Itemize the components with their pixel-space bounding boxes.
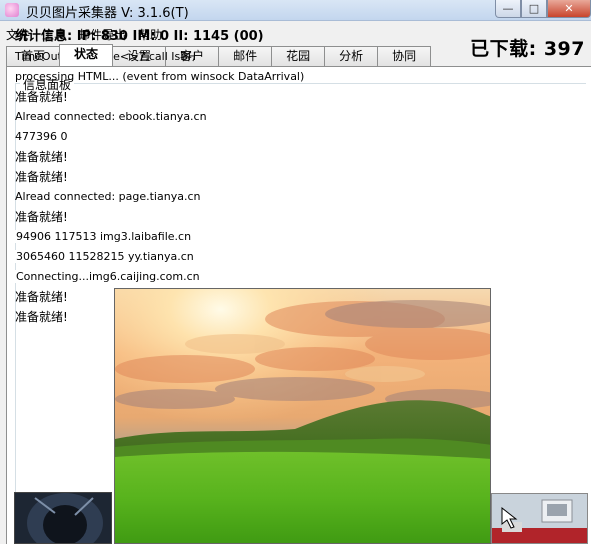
downloaded-count: 已下载: 397 xyxy=(470,38,585,60)
title-bar: 贝贝图片采集器 V: 3.1.6(T) — □ ✕ xyxy=(0,0,591,21)
log-line: processing HTML... (event from winsock D… xyxy=(15,70,305,83)
window-controls: — □ ✕ xyxy=(495,0,591,18)
log-line: 准备就绪! xyxy=(15,170,68,184)
minimize-button[interactable]: — xyxy=(495,0,521,18)
tab-status[interactable]: 状态 xyxy=(59,44,114,66)
log-line: 准备就绪! xyxy=(15,90,68,104)
thumbnail-left xyxy=(14,492,112,544)
window-title: 贝贝图片采集器 V: 3.1.6(T) xyxy=(26,6,189,21)
log-line: 准备就绪! xyxy=(15,210,68,224)
log-line: 477396 0 xyxy=(15,130,68,143)
log-line-text: Connecting...img6.caijing.com.cn xyxy=(15,270,201,283)
close-button[interactable]: ✕ xyxy=(547,0,591,18)
log-line: Alread connected: ebook.tianya.cn xyxy=(15,110,207,123)
stats-info: 统计信息: IP: 830 IM: 0 II: 1145 (00) xyxy=(15,29,264,44)
app-icon xyxy=(5,3,19,17)
preview-image xyxy=(114,288,491,544)
log-line: 3065460 11528215 yy.tianya.cn xyxy=(15,247,475,267)
log-list: TimeOut,>30,state<>7,call IsBHprocessing… xyxy=(15,47,475,327)
thumbnail-right xyxy=(491,493,588,544)
log-line: Alread connected: page.tianya.cn xyxy=(15,190,201,203)
log-line: 94906 117513 img3.laibafile.cn xyxy=(15,227,475,247)
maximize-button[interactable]: □ xyxy=(521,0,547,18)
log-line: Connecting...img6.caijing.com.cn xyxy=(15,267,475,287)
log-line: 准备就绪! xyxy=(15,150,68,164)
log-line-text: 3065460 11528215 yy.tianya.cn xyxy=(15,250,195,263)
log-line-text: 94906 117513 img3.laibafile.cn xyxy=(15,230,193,243)
